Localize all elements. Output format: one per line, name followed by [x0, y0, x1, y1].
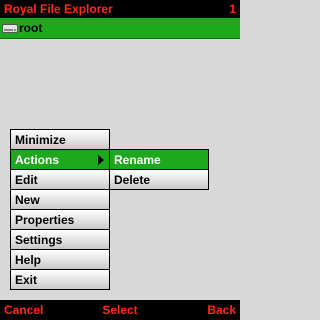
menu-item-label: Exit	[15, 273, 38, 287]
menu-item-help[interactable]: Help	[11, 250, 109, 270]
back-softkey[interactable]: Back	[207, 303, 236, 317]
title-bar: Royal File Explorer 1	[0, 0, 240, 18]
menu-item-label: New	[15, 193, 40, 207]
submenu-item-label: Delete	[114, 173, 151, 187]
drive-icon	[2, 24, 18, 33]
item-count: 1	[229, 2, 236, 16]
menu-item-label: Actions	[15, 153, 60, 167]
submenu-arrow-icon	[98, 155, 104, 165]
menu-item-minimize[interactable]: Minimize	[11, 130, 109, 150]
softkey-bar: Cancel Select Back	[0, 300, 240, 320]
menu-item-new[interactable]: New	[11, 190, 109, 210]
menu-item-label: Help	[15, 253, 42, 267]
list-item-label: root	[19, 21, 43, 35]
list-item-root[interactable]: root	[0, 18, 240, 39]
menu-item-edit[interactable]: Edit	[11, 170, 109, 190]
screen: Royal File Explorer 1 root Minimize Acti…	[0, 0, 240, 320]
app-title: Royal File Explorer	[4, 2, 113, 16]
submenu-item-delete[interactable]: Delete	[110, 170, 208, 189]
menu-item-exit[interactable]: Exit	[11, 270, 109, 289]
menu-item-label: Edit	[15, 173, 38, 187]
menu-item-label: Minimize	[15, 133, 66, 147]
submenu-item-label: Rename	[114, 153, 161, 167]
submenu-item-rename[interactable]: Rename	[110, 150, 208, 170]
menu-item-actions[interactable]: Actions	[11, 150, 109, 170]
menu-item-properties[interactable]: Properties	[11, 210, 109, 230]
select-softkey[interactable]: Select	[0, 303, 240, 317]
menu-item-label: Properties	[15, 213, 75, 227]
menu-item-label: Settings	[15, 233, 63, 247]
actions-submenu: Rename Delete	[109, 149, 209, 190]
options-menu: Minimize Actions Edit New Properties Set…	[10, 129, 110, 290]
menu-item-settings[interactable]: Settings	[11, 230, 109, 250]
